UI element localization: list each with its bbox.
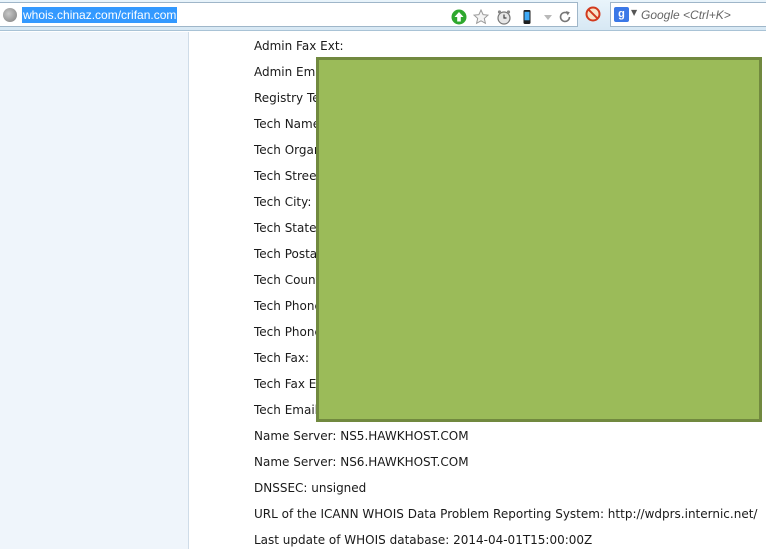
address-bar[interactable]: whois.chinaz.com/crifan.com bbox=[0, 2, 578, 27]
whois-line: Tech Stree bbox=[254, 169, 317, 183]
search-engine-dropdown-icon[interactable]: ▼ bbox=[631, 8, 637, 17]
whois-line: Tech State bbox=[254, 221, 317, 235]
search-bar[interactable]: g ▼ bbox=[610, 2, 766, 27]
whois-line: Tech Fax: bbox=[254, 351, 309, 365]
dropdown-arrow-icon[interactable] bbox=[540, 9, 556, 25]
last-update-line: Last update of WHOIS database: 2014-04-0… bbox=[254, 533, 593, 547]
whois-line: Admin Ema bbox=[254, 65, 323, 79]
icann-url-line: URL of the ICANN WHOIS Data Problem Repo… bbox=[254, 507, 758, 521]
browser-toolbar: whois.chinaz.com/crifan.com g ▼ bbox=[0, 0, 766, 31]
redaction-overlay bbox=[316, 57, 762, 422]
whois-line: Tech Phone bbox=[254, 299, 322, 313]
name-server-line: Name Server: NS6.HAWKHOST.COM bbox=[254, 455, 469, 469]
name-server-line: Name Server: NS5.HAWKHOST.COM bbox=[254, 429, 469, 443]
whois-line: Tech City: bbox=[254, 195, 312, 209]
search-input[interactable] bbox=[641, 6, 765, 24]
phone-icon[interactable] bbox=[519, 9, 535, 25]
star-icon[interactable] bbox=[473, 9, 489, 25]
url-text[interactable]: whois.chinaz.com/crifan.com bbox=[22, 7, 178, 23]
whois-line: Tech Fax E bbox=[254, 377, 317, 391]
whois-line: Registry Te bbox=[254, 91, 320, 105]
left-panel bbox=[0, 32, 189, 549]
clock-icon[interactable] bbox=[496, 9, 512, 25]
whois-line: Tech Phone bbox=[254, 325, 322, 339]
whois-line: Admin Fax Ext: bbox=[254, 39, 344, 53]
globe-icon bbox=[3, 8, 17, 22]
whois-line: Tech Email: bbox=[254, 403, 323, 417]
no-script-icon[interactable] bbox=[585, 6, 601, 22]
dnssec-line: DNSSEC: unsigned bbox=[254, 481, 367, 495]
reload-icon[interactable] bbox=[557, 9, 573, 25]
whois-line: Tech Count bbox=[254, 273, 321, 287]
whois-line: Tech Name bbox=[254, 117, 321, 131]
google-icon[interactable]: g bbox=[614, 7, 629, 22]
whois-line: Tech Orgar bbox=[254, 143, 319, 157]
whois-line: Tech Posta bbox=[254, 247, 318, 261]
green-up-arrow-icon[interactable] bbox=[451, 9, 467, 25]
